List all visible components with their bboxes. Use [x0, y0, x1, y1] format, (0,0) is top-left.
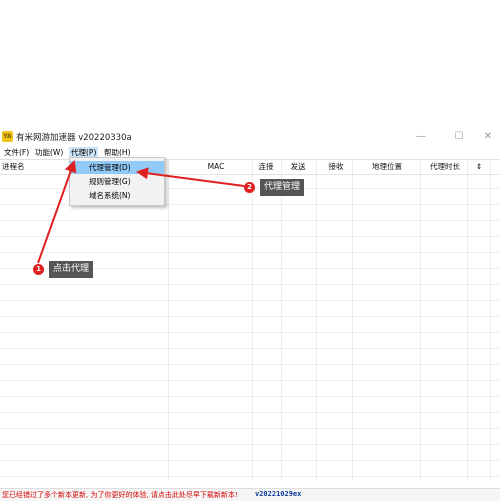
proxy-dropdown-menu: 代理管理(D) 规则管理(G) 域名系统(N) — [69, 157, 165, 206]
menu-item-dns[interactable]: 域名系统(N) — [70, 189, 164, 202]
col-location[interactable]: 地理位置 — [365, 160, 409, 174]
step-2-badge: 2 — [244, 182, 255, 193]
maximize-button[interactable]: ☐ — [448, 129, 470, 145]
close-button[interactable]: ✕ — [477, 129, 499, 145]
step-1-badge: 1 — [33, 264, 44, 275]
title-bar[interactable]: YA 有米网游加速器 v20220330a — ☐ ✕ — [0, 128, 500, 146]
process-list[interactable]: 进程名 MAC 连接 发送 接收 地理位置 代理时长 ⇕ — [0, 159, 500, 480]
minimize-button[interactable]: — — [410, 129, 432, 145]
col-process-name[interactable]: 进程名 — [2, 160, 42, 174]
status-bar: 您已经错过了多个新本更新, 为了你更好的体验, 请点击此处尽早下载新新本! v2… — [0, 488, 500, 501]
menu-item-rule-management[interactable]: 规则管理(G) — [70, 175, 164, 188]
update-notice-link[interactable]: 您已经错过了多个新本更新, 为了你更好的体验, 请点击此处尽早下载新新本! — [2, 490, 238, 500]
col-sort-icon[interactable]: ⇕ — [472, 160, 486, 174]
menu-file[interactable]: 文件(F) — [2, 147, 31, 158]
window-title: 有米网游加速器 v20220330a — [16, 133, 132, 143]
col-send[interactable]: 发送 — [285, 160, 311, 174]
col-receive[interactable]: 接收 — [323, 160, 349, 174]
col-connection[interactable]: 连接 — [253, 160, 279, 174]
col-proxy-duration[interactable]: 代理时长 — [425, 160, 465, 174]
menu-item-proxy-management[interactable]: 代理管理(D) — [70, 161, 164, 174]
step-1-callout: 点击代理 — [49, 261, 94, 278]
col-mac[interactable]: MAC — [196, 160, 236, 174]
version-label: v20221029ex — [255, 490, 302, 498]
menu-function[interactable]: 功能(W) — [33, 147, 65, 158]
app-logo-icon: YA — [2, 131, 13, 142]
step-2-callout: 代理管理 — [260, 179, 305, 196]
